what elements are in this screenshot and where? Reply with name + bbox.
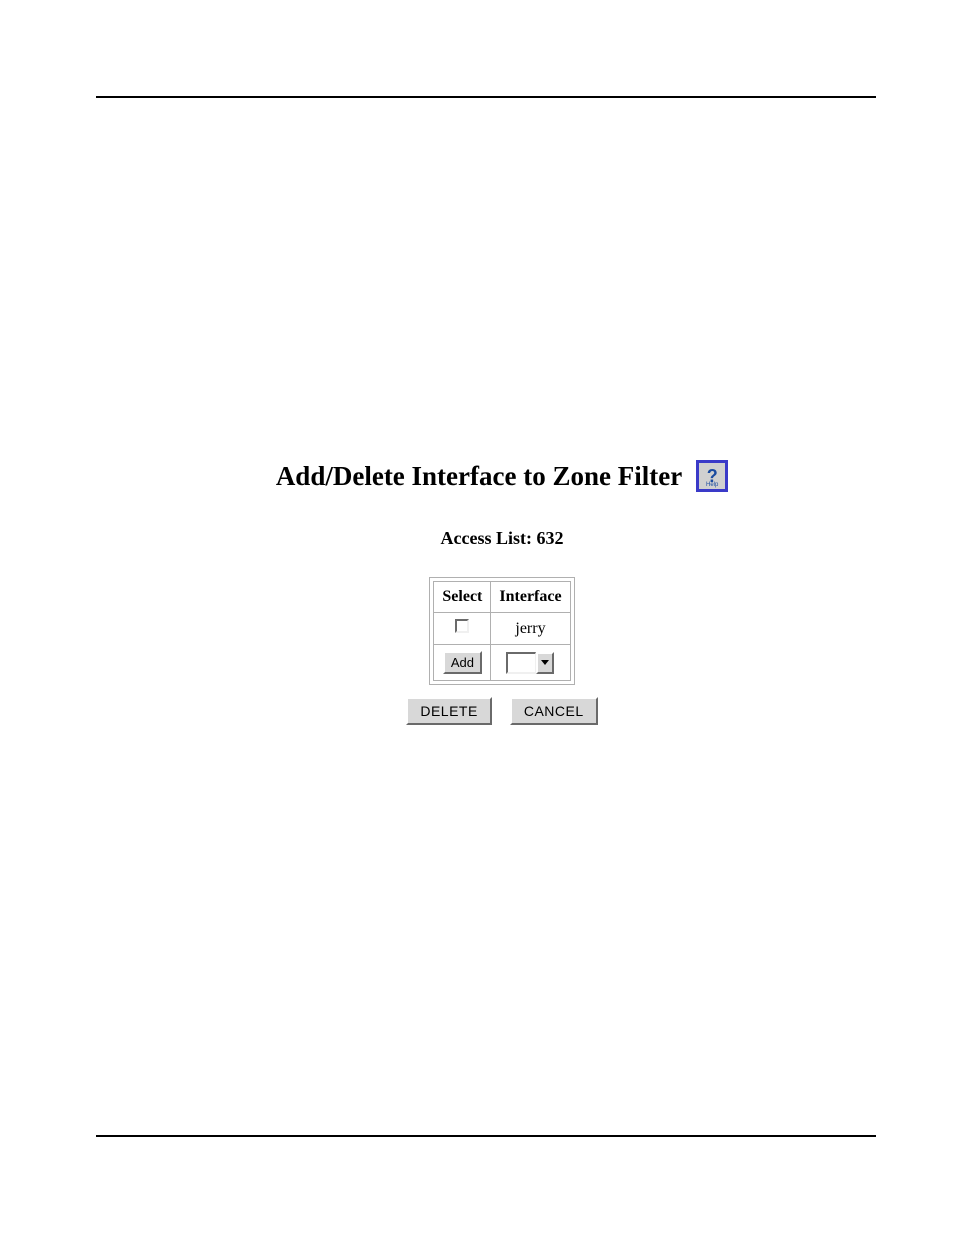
header-interface: Interface <box>491 582 570 613</box>
add-cell: Add <box>434 645 491 681</box>
interface-cell: jerry <box>491 613 570 645</box>
delete-button[interactable]: DELETE <box>406 697 491 725</box>
horizontal-rule-bottom <box>96 1135 876 1137</box>
horizontal-rule-top <box>96 96 876 98</box>
table-header-row: Select Interface <box>434 582 570 613</box>
dropdown-cell <box>491 645 570 681</box>
cancel-button[interactable]: CANCEL <box>510 697 598 725</box>
access-list-value: 632 <box>536 528 563 548</box>
access-list-label: Access List: 632 <box>441 528 564 549</box>
interface-table-wrap: Select Interface jerry Add <box>429 577 574 685</box>
select-checkbox[interactable] <box>455 619 469 633</box>
help-label: Help <box>706 482 718 488</box>
page-title: Add/Delete Interface to Zone Filter <box>276 461 682 492</box>
header-select: Select <box>434 582 491 613</box>
table-row: jerry <box>434 613 570 645</box>
title-row: Add/Delete Interface to Zone Filter ? He… <box>276 460 728 492</box>
help-button[interactable]: ? Help <box>696 460 728 492</box>
interface-table: Select Interface jerry Add <box>433 581 570 681</box>
chevron-down-icon[interactable] <box>536 652 554 674</box>
button-row: DELETE CANCEL <box>406 697 597 725</box>
access-list-text: Access List: <box>441 528 532 548</box>
add-button[interactable]: Add <box>443 651 482 674</box>
table-add-row: Add <box>434 645 570 681</box>
dropdown-field[interactable] <box>506 652 536 674</box>
main-content: Add/Delete Interface to Zone Filter ? He… <box>0 460 954 725</box>
select-cell <box>434 613 491 645</box>
interface-dropdown[interactable] <box>506 652 554 674</box>
